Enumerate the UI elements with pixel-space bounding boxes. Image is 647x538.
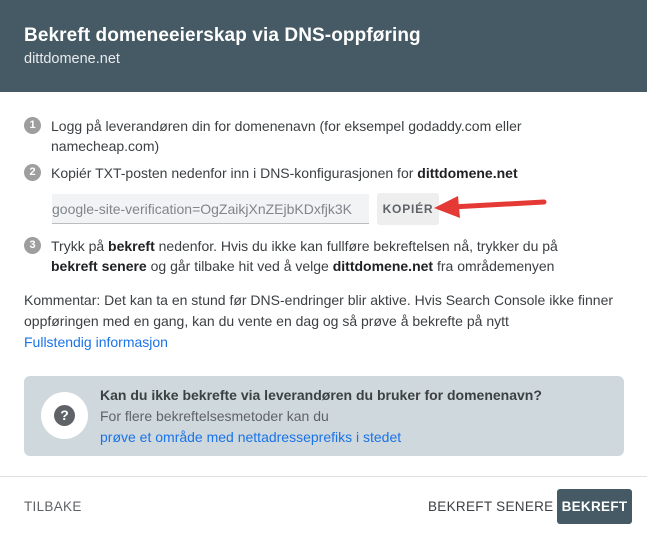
back-button[interactable]: TILBAKE	[24, 499, 82, 514]
step-number: 2	[24, 164, 41, 181]
step-text: Trykk på bekreft nedenfor. Hvis du ikke …	[51, 238, 558, 274]
step-1: 1 Logg på leverandøren din for domenenav…	[24, 116, 522, 156]
step-text: Kopiér TXT-posten nedenfor inn i DNS-kon…	[51, 165, 518, 181]
step-2: 2 Kopiér TXT-posten nedenfor inn i DNS-k…	[24, 163, 518, 183]
alternative-title: Kan du ikke bekrefte via leverandøren du…	[100, 387, 542, 403]
help-icon-circle: ?	[41, 392, 88, 439]
dialog-title: Bekreft domeneeierskap via DNS-oppføring	[24, 25, 421, 46]
step-3: 3 Trykk på bekreft nedenfor. Hvis du ikk…	[24, 236, 558, 276]
txt-record-field[interactable]: google-site-verification=OgZaikjXnZEjbKD…	[52, 194, 369, 224]
footer-divider	[0, 476, 647, 477]
full-info-link[interactable]: Fullstendig informasjon	[24, 334, 168, 350]
dialog-header: Bekreft domeneeierskap via DNS-oppføring…	[0, 0, 647, 92]
step-text: Logg på leverandøren din for domenenavn …	[51, 118, 522, 154]
help-icon: ?	[54, 405, 75, 426]
step-number: 1	[24, 117, 41, 134]
verify-later-button[interactable]: BEKREFT SENERE	[428, 499, 553, 514]
verify-button[interactable]: BEKREFT	[557, 489, 632, 524]
dialog-subtitle-domain: dittdomene.net	[24, 51, 120, 67]
annotation-arrow-icon	[434, 196, 547, 218]
alternative-method-box: ? Kan du ikke bekrefte via leverandøren …	[24, 376, 624, 456]
alternative-text: For flere bekreftelsesmetoder kan du	[100, 408, 329, 424]
txt-record-row: google-site-verification=OgZaikjXnZEjbKD…	[52, 193, 439, 225]
comment-text: Kommentar: Det kan ta en stund før DNS-e…	[24, 292, 614, 350]
step-domain: dittdomene.net	[417, 165, 518, 181]
step-number: 3	[24, 237, 41, 254]
url-prefix-link[interactable]: prøve et område med nettadresseprefiks i…	[100, 429, 401, 445]
